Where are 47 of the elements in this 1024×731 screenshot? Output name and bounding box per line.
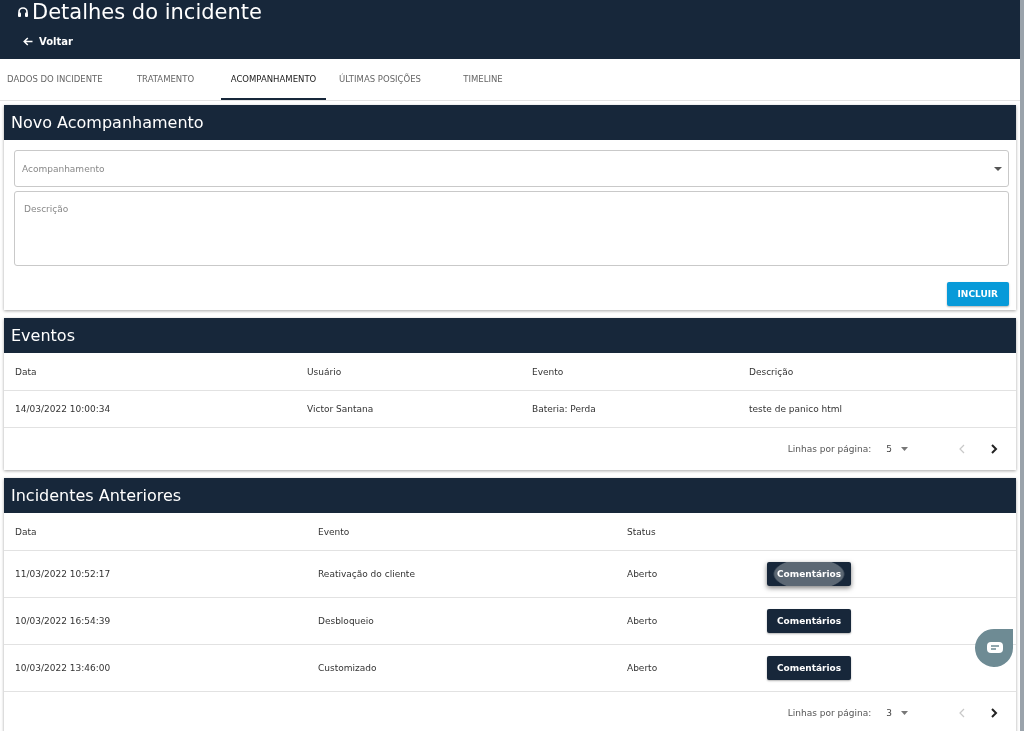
column-header: Evento [318,526,351,537]
comments-button[interactable]: Comentários [767,562,852,586]
table-cell-text: Customizado [318,663,378,673]
card-title: Incidentes Anteriores [4,478,1016,513]
table-cell-text: 11/03/2022 10:52:17 [15,569,112,579]
description-field[interactable]: Descrição [14,191,1009,266]
caret-down-icon [901,711,908,715]
column-header: Descrição [749,366,795,377]
comments-button[interactable]: Comentários [767,656,852,680]
page-title: Detalhes do incidente [32,0,262,24]
chevron-right-icon[interactable] [990,708,998,718]
table-cell-text: Aberto [627,569,659,579]
table-cell-text: 10/03/2022 13:46:00 [15,663,112,673]
table-cell-text: 14/03/2022 10:00:34 [15,404,112,414]
table-cell-text: Reativação do cliente [318,569,416,579]
tab[interactable]: ACOMPANHAMENTO [221,59,326,100]
table-cell-text: teste de panico html [749,404,844,414]
tab[interactable]: TRATAMENTO [110,59,221,100]
card-title: Novo Acompanhamento [4,105,1016,140]
tab[interactable]: ÚLTIMAS POSIÇÕES [326,59,434,100]
arrow-left-icon [23,37,33,46]
tab[interactable]: DADOS DO INCIDENTE [0,59,104,100]
comments-button[interactable]: Comentários [767,609,852,633]
column-header: Usuário [307,366,343,377]
back-button[interactable]: Voltar [23,36,73,47]
rows-per-page-label: Linhas por página: [787,444,872,454]
caret-down-icon [901,447,908,451]
table-cell-text: Desbloqueio [318,616,375,626]
table-cell-text: Bateria: Perda [532,404,597,414]
table-cell-text: Aberto [627,616,659,626]
rows-per-page-select[interactable]: 3 [886,708,908,718]
table-cell-text: 10/03/2022 16:54:39 [15,616,112,626]
card-title: Eventos [4,318,1016,353]
headset-icon [17,6,29,18]
column-header: Data [15,366,38,377]
caret-down-icon [994,166,1002,171]
column-header: Status [627,526,657,537]
table-cell-text: Victor Santana [307,404,375,414]
rows-per-page-select[interactable]: 5 [886,444,908,454]
column-header: Data [15,526,38,537]
table-cell-text: Aberto [627,663,659,673]
rows-per-page-label: Linhas por página: [787,708,872,718]
column-header: Evento [532,366,565,377]
followup-select[interactable]: Acompanhamento [14,150,1009,187]
chevron-right-icon[interactable] [990,444,998,454]
chat-icon[interactable] [975,628,1015,668]
tab[interactable]: TIMELINE [439,59,527,100]
